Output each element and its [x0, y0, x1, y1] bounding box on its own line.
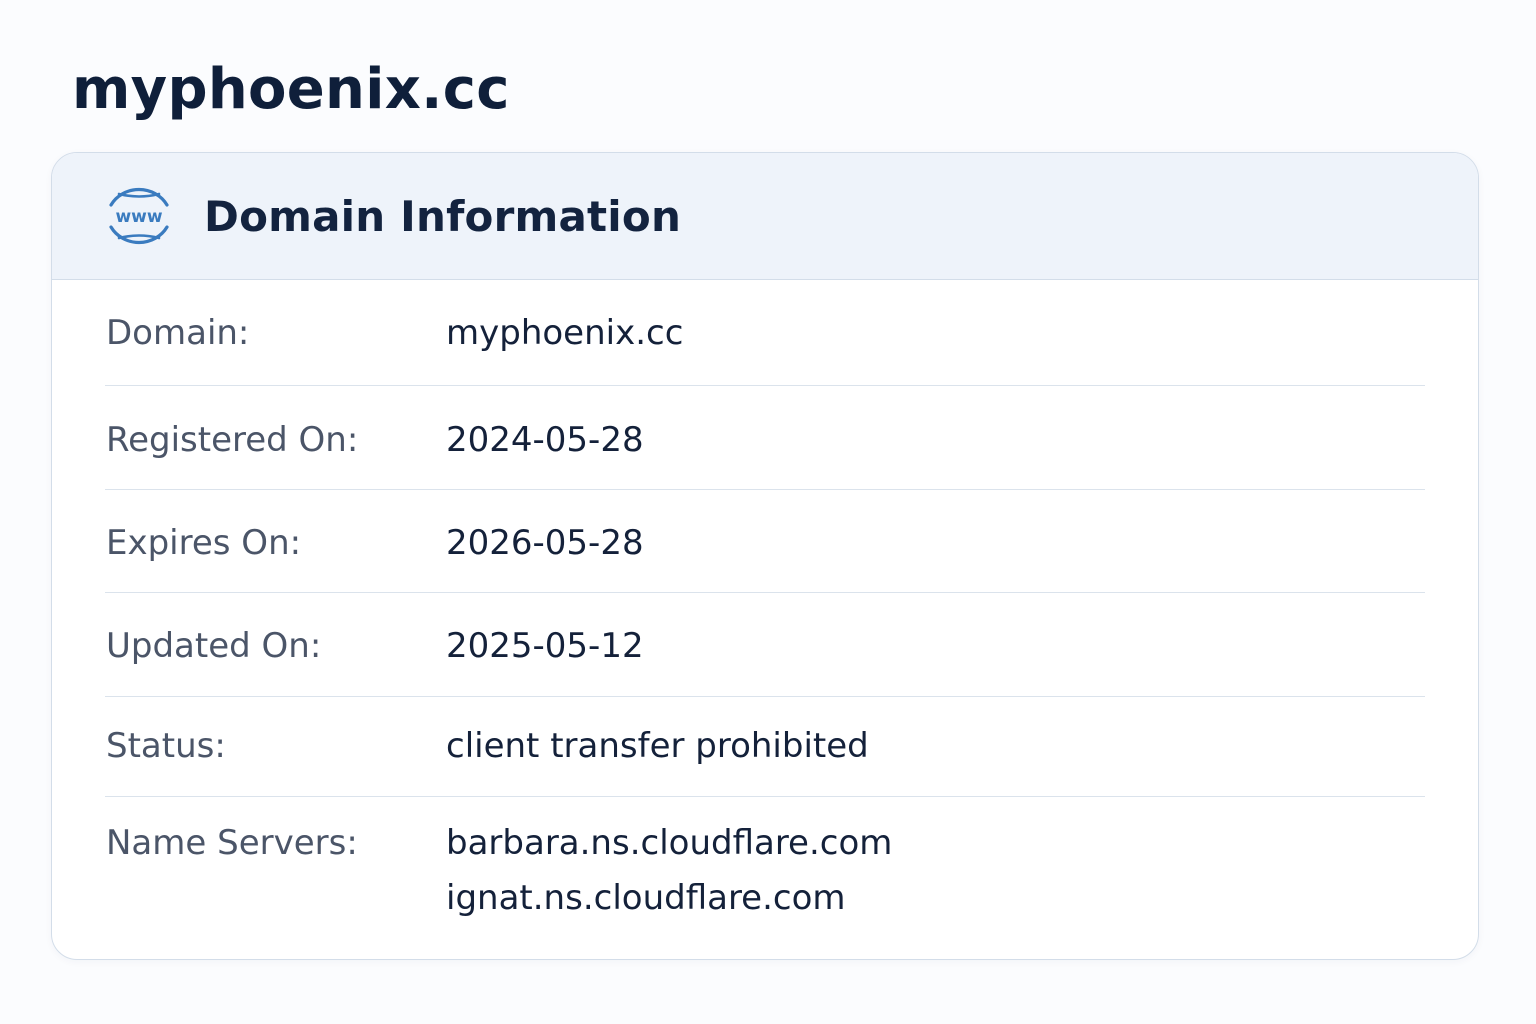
- status-value: client transfer prohibited: [446, 726, 869, 766]
- info-row-registered: Registered On: 2024-05-28: [105, 386, 1425, 490]
- info-row-updated: Updated On: 2025-05-12: [105, 593, 1425, 697]
- updated-on-label: Updated On:: [106, 626, 322, 666]
- info-row-expires: Expires On: 2026-05-28: [105, 490, 1425, 593]
- registered-on-label: Registered On:: [106, 420, 359, 460]
- info-rows: Domain: myphoenix.cc Registered On: 2024…: [52, 280, 1478, 955]
- expires-on-value: 2026-05-28: [446, 523, 644, 563]
- updated-on-value: 2025-05-12: [446, 626, 644, 666]
- www-globe-icon: www: [109, 187, 169, 245]
- name-servers-value: barbara.ns.cloudflare.com ignat.ns.cloud…: [446, 823, 892, 918]
- status-label: Status:: [106, 726, 226, 766]
- info-row-domain: Domain: myphoenix.cc: [105, 280, 1425, 386]
- card-header: www Domain Information: [52, 153, 1478, 280]
- name-server-1: barbara.ns.cloudflare.com: [446, 823, 893, 863]
- domain-info-card: www Domain Information Domain: myphoenix…: [51, 152, 1479, 960]
- expires-on-label: Expires On:: [106, 523, 302, 563]
- page-title: myphoenix.cc: [72, 57, 510, 122]
- info-row-name-servers: Name Servers: barbara.ns.cloudflare.com …: [105, 797, 1425, 955]
- info-row-status: Status: client transfer prohibited: [105, 697, 1425, 797]
- www-icon-text: www: [115, 207, 162, 227]
- domain-value: myphoenix.cc: [446, 313, 684, 353]
- name-servers-label: Name Servers:: [106, 823, 358, 863]
- registered-on-value: 2024-05-28: [446, 420, 644, 460]
- domain-label: Domain:: [106, 313, 250, 353]
- name-server-2: ignat.ns.cloudflare.com: [446, 878, 846, 918]
- card-title: Domain Information: [204, 191, 682, 241]
